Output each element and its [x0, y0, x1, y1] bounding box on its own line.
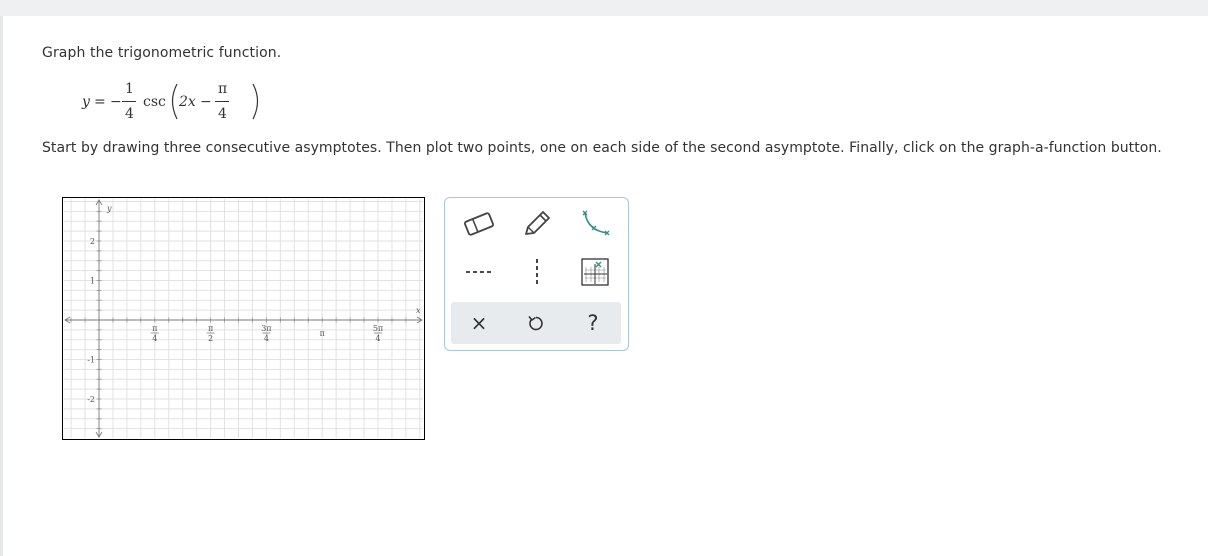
equation-pi-denominator: 4: [218, 106, 227, 122]
equation-fraction-denominator: 4: [125, 106, 134, 122]
equation-fraction-numerator: 1: [125, 81, 134, 97]
equation: y = − 1 4 csc 2x − π 4: [82, 78, 262, 126]
x-tick-label-denominator: 2: [208, 334, 213, 343]
y-tick-label: 1: [90, 277, 95, 286]
equation-equals: =: [94, 94, 106, 110]
equation-lhs: y: [82, 94, 90, 110]
function-curve-tool-button[interactable]: [575, 206, 615, 242]
equation-minus: −: [110, 94, 122, 110]
equation-function-name: csc: [143, 94, 166, 110]
graph-toolbox: × ?: [444, 197, 629, 351]
y-tick-label: 2: [90, 237, 95, 246]
help-button[interactable]: ?: [573, 302, 613, 344]
y-tick-label: -1: [87, 356, 95, 365]
graph-canvas[interactable]: x y π 4 π 2 3π 4 π 5π 4 2 1 -1 -2: [62, 197, 425, 440]
x-tick-label-numerator: 5π: [373, 324, 383, 333]
equation-fraction-bar: [122, 101, 136, 102]
eraser-icon: [464, 212, 494, 236]
eraser-tool-button[interactable]: [459, 206, 499, 242]
graph-svg: x y π4π23π4π5π4 21-1-2: [64, 199, 423, 438]
vertical-asymptote-icon: [536, 259, 538, 285]
x-tick-label-numerator: π: [152, 324, 157, 333]
help-icon: ?: [587, 311, 599, 335]
equation-pi-fraction-bar: [215, 101, 229, 102]
x-tick-label-denominator: 4: [152, 334, 157, 343]
x-tick-label-numerator: 3π: [261, 324, 271, 333]
action-bar: × ?: [451, 302, 621, 344]
graph-axes: [64, 199, 423, 438]
x-tick-label: π: [320, 329, 325, 338]
x-axis-label: x: [416, 306, 421, 315]
graph-function-icon: [581, 258, 609, 286]
y-axis-label: y: [106, 204, 112, 213]
clear-button[interactable]: ×: [459, 302, 499, 344]
equation-inner-minus: −: [200, 94, 212, 110]
undo-button[interactable]: [516, 302, 556, 344]
top-bar: [0, 0, 1208, 16]
horizontal-asymptote-icon: [466, 271, 492, 273]
horizontal-asymptote-tool-button[interactable]: [459, 254, 499, 290]
x-tick-label-denominator: 4: [264, 334, 269, 343]
function-curve-icon: [582, 210, 610, 236]
pencil-icon: [525, 211, 550, 235]
graph-grid: [64, 199, 423, 438]
left-edge-border: [0, 16, 3, 556]
x-tick-label-numerator: π: [208, 324, 213, 333]
x-tick-label-denominator: 4: [375, 334, 380, 343]
pencil-tool-button[interactable]: [517, 206, 557, 242]
graph-function-tool-button[interactable]: [575, 254, 615, 290]
undo-icon: [528, 315, 543, 331]
vertical-asymptote-tool-button[interactable]: [517, 254, 557, 290]
clear-icon: ×: [470, 311, 488, 335]
equation-pi-numerator: π: [218, 81, 228, 97]
instruction-text: Graph the trigonometric function.: [42, 45, 282, 61]
equation-variable: 2x: [179, 94, 196, 110]
directions-text: Start by drawing three consecutive asymp…: [42, 140, 1162, 156]
y-tick-label: -2: [87, 395, 95, 404]
